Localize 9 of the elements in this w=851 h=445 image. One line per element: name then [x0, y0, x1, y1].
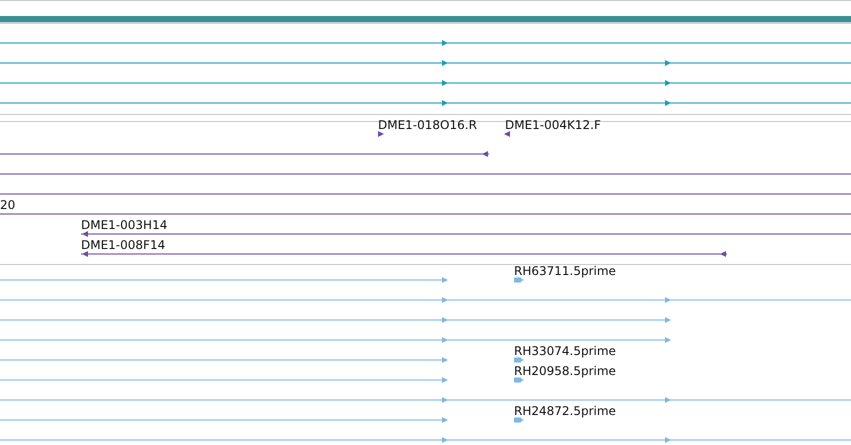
feature-label: DME1-008F14	[81, 238, 166, 252]
feature-label: RH33074.5prime	[514, 344, 616, 358]
feature-label: RH24872.5prime	[514, 404, 616, 418]
feature-label: 20	[0, 198, 16, 212]
feature-label: RH63711.5prime	[514, 264, 616, 278]
feature-label: DME1-004K12.F	[505, 118, 601, 132]
feature-label: DME1-018O16.R	[378, 118, 477, 132]
feature-label: RH20958.5prime	[514, 364, 616, 378]
feature-label: DME1-003H14	[81, 218, 168, 232]
